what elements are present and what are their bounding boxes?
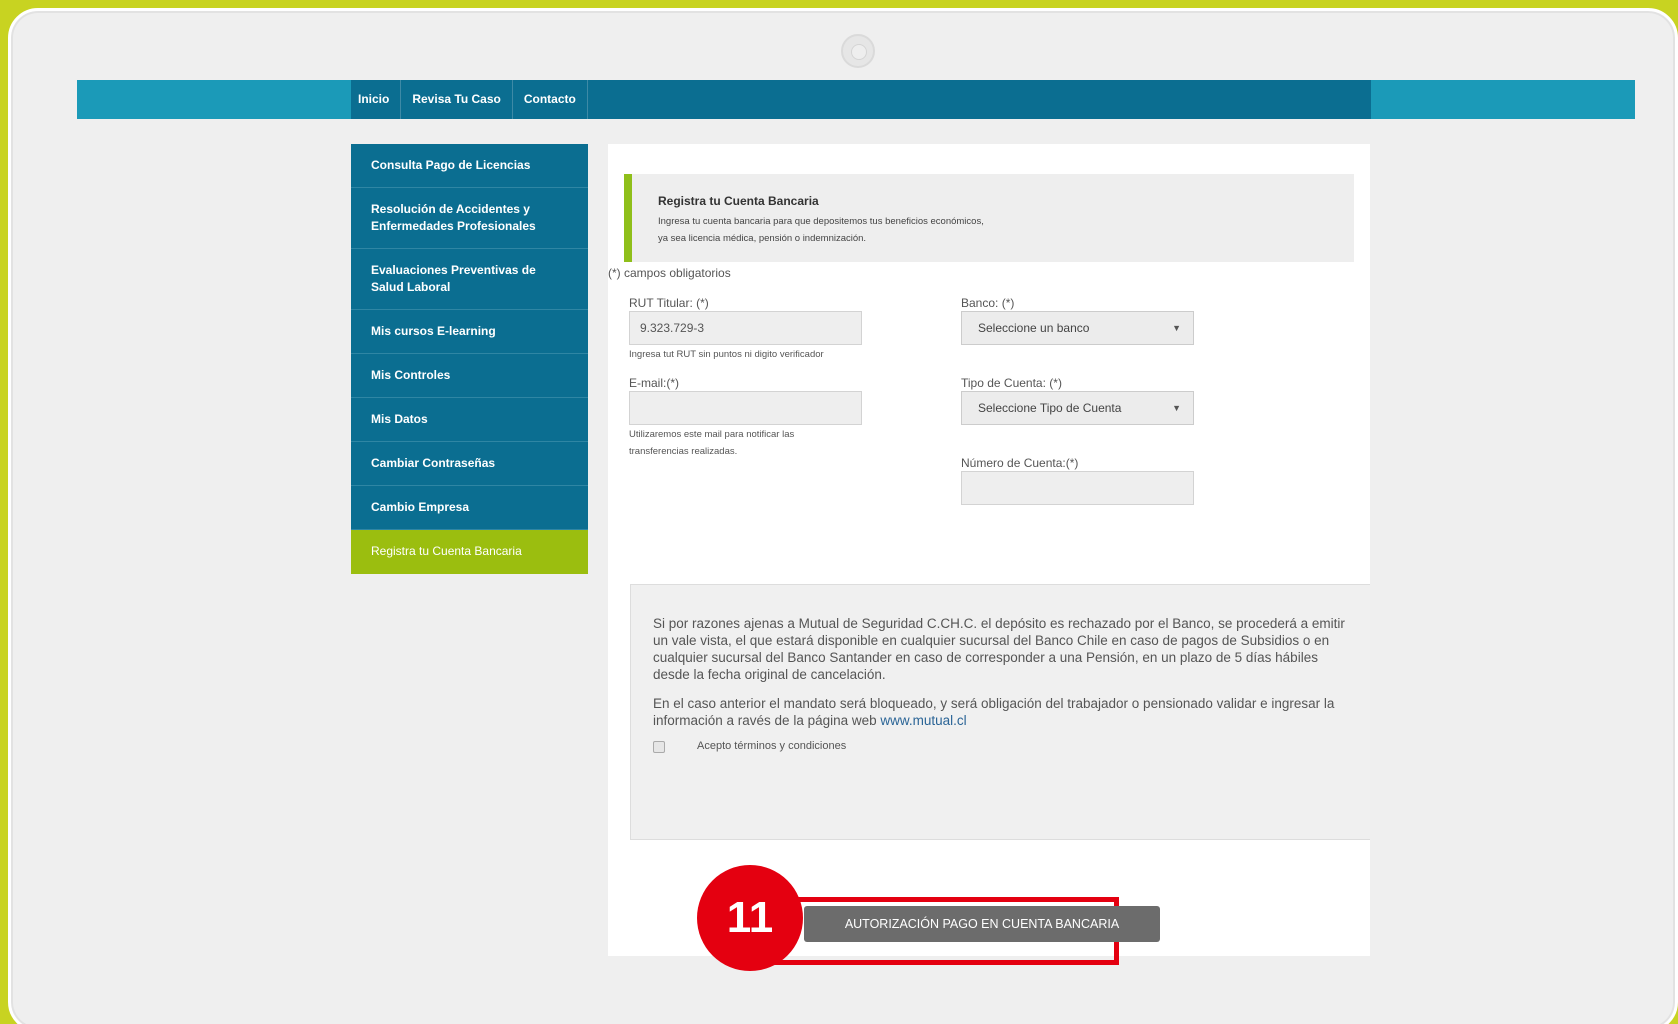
nav-item-contacto[interactable]: Contacto (513, 80, 588, 119)
email-help-line-1: Utilizaremos este mail para notificar la… (629, 429, 795, 440)
main-content-panel: Registra tu Cuenta Bancaria Ingresa tu c… (608, 144, 1370, 956)
authorize-payment-button[interactable]: AUTORIZACIÓN PAGO EN CUENTA BANCARIA (804, 906, 1160, 942)
sidebar-item-cambiar-contrasenas[interactable]: Cambiar Contraseñas (351, 442, 588, 486)
step-number-badge: 11 (697, 865, 803, 971)
camera-icon (841, 34, 875, 68)
callout-line-2: ya sea licencia médica, pensión o indemn… (658, 233, 867, 244)
bank-select-value: Seleccione un banco (978, 321, 1090, 335)
account-type-label: Tipo de Cuenta: (*) (961, 376, 1062, 390)
bank-select[interactable]: Seleccione un banco ▼ (961, 311, 1194, 345)
sidebar-menu: Consulta Pago de Licencias Resolución de… (351, 144, 588, 574)
account-number-input[interactable] (961, 471, 1194, 505)
nav-item-inicio[interactable]: Inicio (351, 80, 402, 119)
rut-label: RUT Titular: (*) (629, 296, 709, 310)
terms-paragraph-2: En el caso anterior el mandato será bloq… (653, 696, 1335, 728)
accept-terms-label: Acepto términos y condiciones (697, 740, 847, 752)
account-type-select[interactable]: Seleccione Tipo de Cuenta ▼ (961, 391, 1194, 425)
caret-down-icon: ▼ (1172, 323, 1181, 333)
info-callout: Registra tu Cuenta Bancaria Ingresa tu c… (624, 174, 1354, 262)
sidebar-item-registra-cuenta-bancaria[interactable]: Registra tu Cuenta Bancaria (351, 530, 588, 574)
callout-line-1: Ingresa tu cuenta bancaria para que depo… (658, 216, 984, 227)
terms-paragraph-2-wrap: En el caso anterior el mandato será bloq… (653, 695, 1358, 729)
rut-input[interactable]: 9.323.729-3 (629, 311, 862, 345)
account-number-label: Número de Cuenta:(*) (961, 456, 1079, 470)
mutual-website-link[interactable]: www.mutual.cl (880, 713, 966, 728)
top-nav-menu: Inicio Revisa Tu Caso Contacto (351, 80, 1371, 119)
account-type-select-value: Seleccione Tipo de Cuenta (978, 401, 1122, 415)
terms-text: Si por razones ajenas a Mutual de Seguri… (653, 615, 1358, 729)
nav-item-revisa-tu-caso[interactable]: Revisa Tu Caso (401, 80, 513, 119)
sidebar-item-mis-cursos[interactable]: Mis cursos E-learning (351, 310, 588, 354)
rut-help-text: Ingresa tut RUT sin puntos ni digito ver… (629, 349, 824, 360)
tablet-frame: Inicio Revisa Tu Caso Contacto Consulta … (8, 8, 1678, 1024)
terms-paragraph-1: Si por razones ajenas a Mutual de Seguri… (653, 616, 1345, 682)
sidebar-item-cambio-empresa[interactable]: Cambio Empresa (351, 486, 588, 530)
top-navigation-bar: Inicio Revisa Tu Caso Contacto (77, 80, 1635, 119)
email-help-line-2: transferencias realizadas. (629, 446, 738, 457)
email-input[interactable] (629, 391, 862, 425)
callout-title: Registra tu Cuenta Bancaria (658, 194, 819, 208)
terms-box: Si por razones ajenas a Mutual de Seguri… (630, 584, 1370, 840)
browser-screen: Inicio Revisa Tu Caso Contacto Consulta … (77, 80, 1635, 956)
sidebar-item-resolucion-accidentes[interactable]: Resolución de Accidentes y Enfermedades … (351, 188, 588, 249)
accept-terms-checkbox[interactable] (653, 741, 665, 753)
sidebar-item-evaluaciones-preventivas[interactable]: Evaluaciones Preventivas de Salud Labora… (351, 249, 588, 310)
required-fields-note: (*) campos obligatorios (608, 266, 731, 280)
caret-down-icon: ▼ (1172, 403, 1181, 413)
sidebar-item-mis-datos[interactable]: Mis Datos (351, 398, 588, 442)
sidebar-item-mis-controles[interactable]: Mis Controles (351, 354, 588, 398)
email-label: E-mail:(*) (629, 376, 679, 390)
bank-label: Banco: (*) (961, 296, 1015, 310)
sidebar-item-consulta-pago-licencias[interactable]: Consulta Pago de Licencias (351, 144, 588, 188)
